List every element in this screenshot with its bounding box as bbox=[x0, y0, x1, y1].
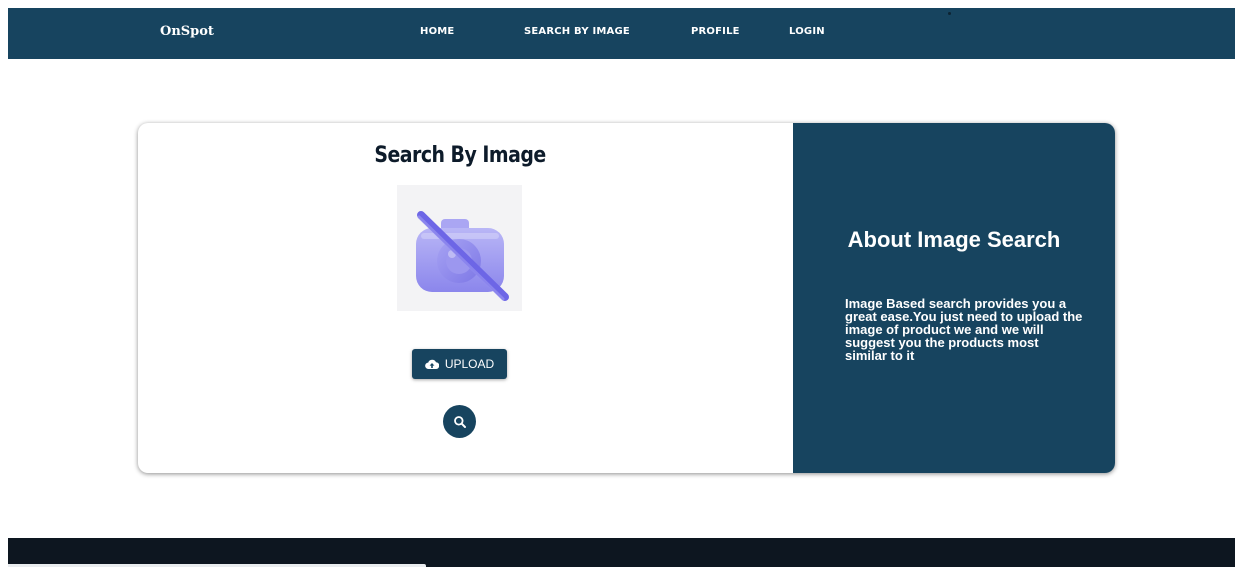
nav-link-login[interactable]: LOGIN bbox=[789, 26, 825, 37]
page-title: Search By Image bbox=[374, 143, 546, 168]
image-preview[interactable] bbox=[397, 185, 522, 311]
nav-link-profile[interactable]: PROFILE bbox=[691, 26, 740, 37]
upload-button[interactable]: UPLOAD bbox=[412, 349, 507, 379]
about-title: About Image Search bbox=[847, 227, 1061, 252]
camera-off-icon bbox=[416, 211, 509, 301]
search-button[interactable] bbox=[443, 405, 476, 438]
decorative-dot bbox=[948, 12, 951, 15]
top-navbar: OnSpot HOME SEARCH BY IMAGE PROFILE LOGI… bbox=[8, 8, 1235, 59]
nav-link-search-by-image[interactable]: SEARCH BY IMAGE bbox=[524, 26, 630, 37]
upload-button-label: UPLOAD bbox=[444, 357, 495, 371]
brand-logo[interactable]: OnSpot bbox=[160, 24, 214, 39]
search-icon bbox=[453, 415, 466, 428]
about-description: Image Based search provides you a great … bbox=[845, 296, 1083, 363]
footer bbox=[8, 538, 1235, 567]
about-panel: About Image Search Image Based search pr… bbox=[793, 123, 1115, 473]
search-card: Search By Image UPLOAD About Image Searc… bbox=[138, 123, 1115, 473]
search-panel: Search By Image UPLOAD bbox=[138, 123, 793, 473]
cloud-upload-icon bbox=[425, 358, 439, 370]
nav-link-home[interactable]: HOME bbox=[420, 26, 454, 37]
